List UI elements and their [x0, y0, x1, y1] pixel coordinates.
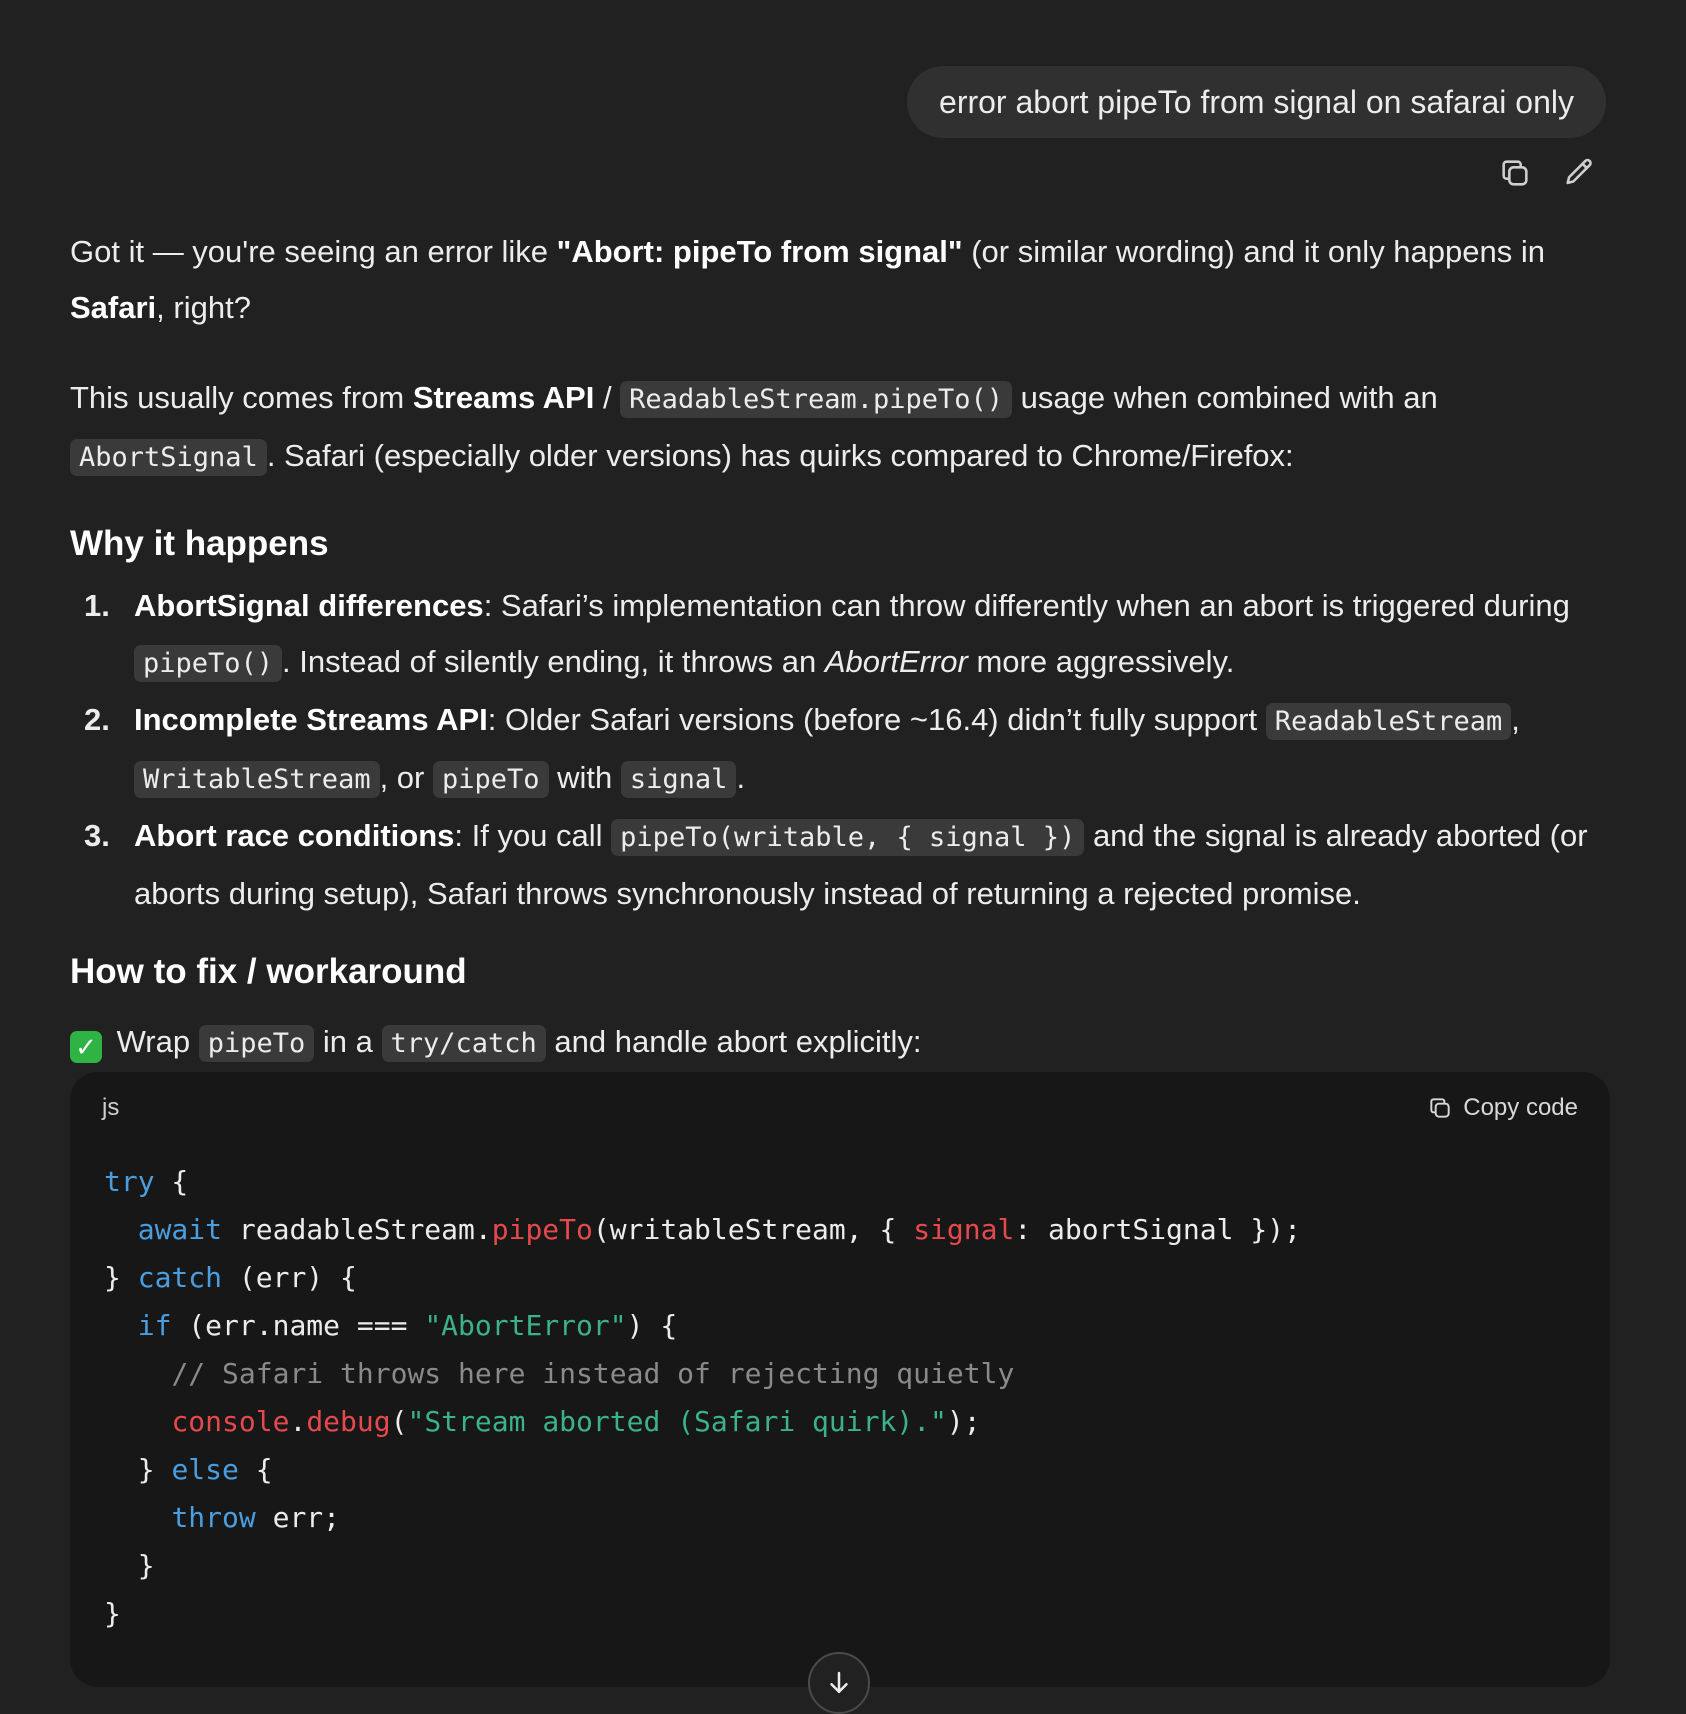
copy-icon	[1430, 1098, 1450, 1118]
inline-code: signal	[620, 761, 737, 798]
list-number: 1.	[84, 588, 110, 623]
text: , right?	[156, 290, 251, 325]
inline-code: try/catch	[381, 1025, 546, 1062]
text: . Safari (especially older versions) has…	[266, 438, 1294, 473]
assistant-answer: Got it — you're seeing an error like "Ab…	[70, 224, 1610, 1687]
user-message-actions	[1498, 156, 1596, 190]
text: ,	[1511, 702, 1520, 737]
copy-icon[interactable]	[1498, 156, 1532, 190]
list-number: 3.	[84, 818, 110, 853]
italic-text: AbortError	[824, 644, 968, 679]
text: : If you call	[454, 818, 612, 853]
code-language: js	[102, 1094, 120, 1121]
inline-code: pipeTo	[432, 761, 549, 798]
bold-text: Abort race conditions	[134, 818, 455, 853]
bold-text: Incomplete Streams API	[134, 702, 488, 737]
code-block: js Copy code try { await readableStream.…	[70, 1072, 1610, 1687]
text: . Instead of silently ending, it throws …	[282, 644, 825, 679]
inline-code: pipeTo()	[134, 645, 283, 682]
inline-code: WritableStream	[134, 761, 380, 798]
text: /	[594, 380, 621, 415]
bold-text: AbortSignal differences	[134, 588, 484, 623]
scroll-to-bottom-button[interactable]	[808, 1652, 870, 1714]
text: (or similar wording) and it only happens…	[962, 234, 1545, 269]
list-item: 1. AbortSignal differences: Safari’s impl…	[70, 578, 1610, 692]
code-content: try { await readableStream.pipeTo(writab…	[104, 1165, 1301, 1630]
bold-text: Safari	[70, 290, 157, 325]
fix-line: ✓ Wrap pipeTo in a try/catch and handle …	[70, 1014, 1610, 1072]
text: with	[548, 760, 621, 795]
inline-code: AbortSignal	[70, 439, 267, 476]
pencil-icon[interactable]	[1562, 156, 1596, 190]
list-number: 2.	[84, 702, 110, 737]
reasons-list: 1. AbortSignal differences: Safari’s impl…	[70, 578, 1610, 922]
inline-code: pipeTo	[198, 1025, 315, 1062]
text: in a	[314, 1024, 382, 1059]
context-paragraph: This usually comes from Streams API / Re…	[70, 370, 1610, 486]
inline-code: ReadableStream.pipeTo()	[620, 381, 1013, 418]
copy-code-button[interactable]: Copy code	[1427, 1080, 1578, 1136]
code-header: js Copy code	[70, 1072, 1610, 1144]
inline-code: ReadableStream	[1265, 703, 1512, 740]
list-item: 3. Abort race conditions: If you call pip…	[70, 808, 1610, 922]
heading-why: Why it happens	[70, 524, 329, 563]
text: Got it — you're seeing an error like	[70, 234, 557, 269]
text: : Older Safari versions (before ~16.4) d…	[487, 702, 1266, 737]
arrow-down-icon	[830, 1671, 848, 1693]
bold-text: Streams API	[412, 380, 595, 415]
check-mark-icon: ✓	[70, 1031, 102, 1063]
text: This usually comes from	[70, 380, 413, 415]
text: , or	[379, 760, 433, 795]
copy-code-label: Copy code	[1463, 1094, 1578, 1121]
text: more aggressively.	[967, 644, 1235, 679]
inline-code: pipeTo(writable, { signal })	[611, 819, 1085, 856]
heading-fix: How to fix / workaround	[70, 952, 467, 991]
list-item: 2. Incomplete Streams API: Older Safari v…	[70, 692, 1610, 808]
text: and handle abort explicitly:	[545, 1024, 922, 1059]
text: usage when combined with an	[1012, 380, 1438, 415]
bold-text: "Abort: pipeTo from signal"	[556, 234, 963, 269]
text: : Safari’s implementation can throw diff…	[483, 588, 1570, 623]
intro-paragraph: Got it — you're seeing an error like "Ab…	[70, 224, 1610, 336]
user-message-text: error abort pipeTo from signal on safara…	[939, 84, 1574, 120]
user-message-bubble: error abort pipeTo from signal on safara…	[907, 66, 1606, 138]
text: .	[736, 760, 746, 795]
text: Wrap	[108, 1024, 199, 1059]
